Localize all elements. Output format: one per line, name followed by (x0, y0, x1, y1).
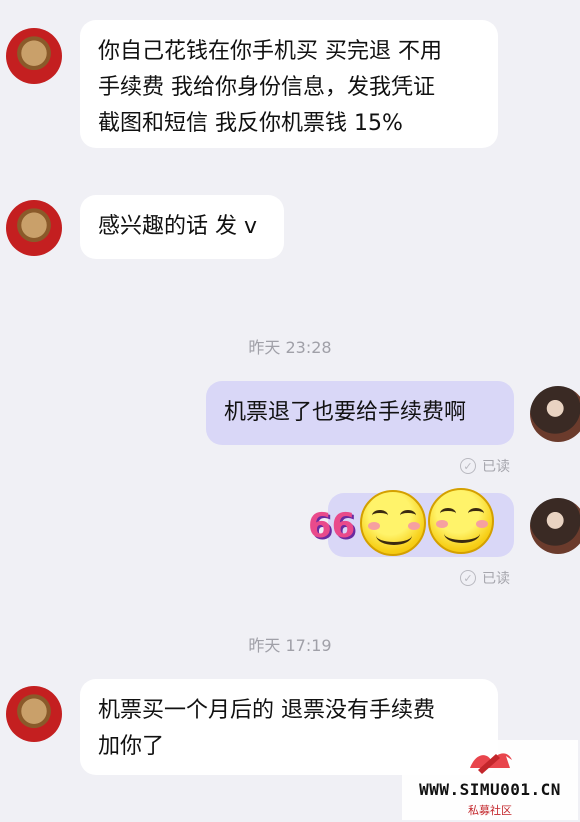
check-icon: ✓ (460, 570, 476, 586)
message-line: 截图和短信 我反你机票钱 15% (98, 111, 403, 136)
read-receipt: ✓ 已读 (460, 568, 510, 588)
smiling-emoji-icon (360, 490, 426, 556)
check-icon: ✓ (460, 458, 476, 474)
watermark-subtitle: 私募社区 (468, 804, 512, 817)
outgoing-message-bubble[interactable]: 机票退了也要给手续费啊 (206, 381, 514, 445)
read-receipt: ✓ 已读 (460, 456, 510, 476)
message-line: 手续费 我给你身份信息，发我凭证 (98, 75, 435, 100)
sticker-66: 66 (308, 506, 356, 546)
message-line: 你自己花钱在你手机买 买完退 不用 (98, 39, 442, 64)
user-avatar[interactable] (530, 386, 580, 442)
read-status: 已读 (482, 459, 510, 475)
message-line: 机票买一个月后的 退票没有手续费 (98, 698, 435, 723)
read-status: 已读 (482, 571, 510, 587)
user-avatar[interactable] (530, 498, 580, 554)
timestamp: 昨天 23:28 (248, 338, 332, 357)
contact-avatar[interactable] (6, 28, 62, 84)
watermark: WWW.SIMU001.CN 私募社区 (402, 740, 578, 820)
watermark-text: WWW.SIMU001.CN (419, 780, 561, 799)
incoming-message-bubble[interactable]: 你自己花钱在你手机买 买完退 不用 手续费 我给你身份信息，发我凭证 截图和短信… (80, 20, 498, 148)
smiling-emoji-icon (428, 488, 494, 554)
watermark-logo-icon (470, 753, 512, 774)
message-line: 机票退了也要给手续费啊 (224, 400, 467, 425)
timestamp: 昨天 17:19 (248, 636, 332, 655)
incoming-message-bubble[interactable]: 感兴趣的话 发 v (80, 195, 284, 259)
contact-avatar[interactable] (6, 200, 62, 256)
contact-avatar[interactable] (6, 686, 62, 742)
message-line: 感兴趣的话 发 v (98, 214, 258, 239)
